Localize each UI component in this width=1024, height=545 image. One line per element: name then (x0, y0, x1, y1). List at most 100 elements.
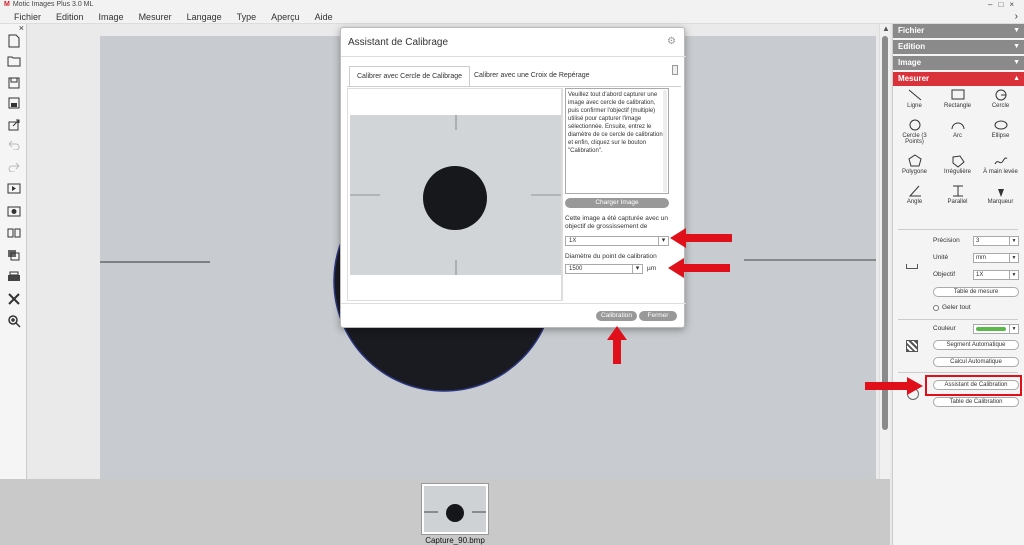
divider (347, 86, 681, 87)
dialog-scrollbar[interactable] (672, 65, 678, 75)
menu-edition[interactable]: Edition (56, 10, 84, 23)
tool-line[interactable]: Ligne (893, 88, 936, 118)
thumbnail-image[interactable] (421, 483, 489, 535)
chevron-down-icon: ▼ (1009, 325, 1018, 333)
arrow-right-icon (865, 377, 923, 395)
precision-select[interactable]: 3 ▼ (973, 236, 1019, 246)
unit-select[interactable]: mm ▼ (973, 253, 1019, 263)
auto-calc-button[interactable]: Calcul Automatique (933, 357, 1019, 367)
measure-tools: Ligne Rectangle Cercle Cercle (3 Points)… (893, 88, 1024, 214)
load-image-button[interactable]: Charger Image (565, 198, 669, 208)
arrow-left-icon (670, 228, 732, 248)
filmstrip: Capture_90.bmp (0, 479, 890, 545)
compare-icon[interactable] (4, 224, 24, 242)
open-folder-icon[interactable] (4, 52, 24, 70)
chevron-right-icon[interactable]: › (1015, 10, 1018, 24)
close-button[interactable]: Fermer (639, 311, 677, 321)
menu-fichier[interactable]: Fichier (14, 10, 41, 23)
diameter-unit: µm (647, 265, 657, 272)
auto-segment-button[interactable]: Segment Automatique (933, 340, 1019, 350)
tool-circle-3points[interactable]: Cercle (3 Points) (893, 118, 936, 154)
redo-icon[interactable] (4, 158, 24, 176)
settings-icon[interactable]: ⚙ (667, 36, 676, 47)
chevron-down-icon: ▼ (1009, 254, 1018, 262)
calibration-table-button[interactable]: Table de Calibration (933, 397, 1019, 407)
zoom-in-icon[interactable] (4, 312, 24, 330)
objective-select[interactable]: 1X ▼ (973, 270, 1019, 280)
tool-ellipse[interactable]: Ellipse (979, 118, 1022, 154)
freeze-radio[interactable] (933, 305, 939, 311)
preview-panel (347, 88, 562, 301)
color-select[interactable]: ▼ (973, 324, 1019, 334)
dialog-objective-select[interactable]: 1X ▾ (565, 236, 669, 246)
highlight-box (925, 375, 1022, 396)
precision-label: Précision (933, 237, 960, 244)
section-mesurer[interactable]: Mesurer ▲ (893, 72, 1024, 86)
tool-rectangle[interactable]: Rectangle (936, 88, 979, 118)
camera-capture-icon[interactable] (4, 202, 24, 220)
tool-freehand-label: À main levée (983, 169, 1018, 175)
objective-value: 1X (976, 272, 984, 278)
window-controls[interactable]: –□× (988, 0, 1020, 10)
menu-apercu[interactable]: Aperçu (271, 10, 300, 23)
divider (898, 229, 1018, 230)
tool-arc-label: Arc (953, 133, 962, 139)
menu-image[interactable]: Image (99, 10, 124, 23)
section-edition[interactable]: Edition ▼ (893, 40, 1024, 54)
polygon-icon (907, 154, 922, 167)
diameter-input[interactable]: 1500 ▾ (565, 264, 643, 274)
chevron-down-icon: ▼ (1013, 43, 1020, 50)
measure-table-button[interactable]: Table de mesure (933, 287, 1019, 297)
print-icon[interactable] (4, 268, 24, 286)
menu-langage[interactable]: Langage (187, 10, 222, 23)
export-icon[interactable] (4, 116, 24, 134)
tool-angle-label: Angle (906, 199, 923, 205)
vertical-scrollbar[interactable]: ▲ ▼ (879, 24, 890, 489)
calibration-button[interactable]: Calibration (596, 311, 637, 321)
scrollbar-thumb[interactable] (882, 36, 888, 430)
tool-marker[interactable]: Marqueur (979, 184, 1022, 214)
tools-icon[interactable] (4, 290, 24, 308)
menu-mesurer[interactable]: Mesurer (139, 10, 172, 23)
menu-type[interactable]: Type (237, 10, 257, 23)
tool-parallel[interactable]: Parallel (936, 184, 979, 214)
objective-text: Cette image a été capturée avec un objec… (565, 215, 668, 230)
section-image[interactable]: Image ▼ (893, 56, 1024, 70)
chevron-down-icon: ▼ (1009, 271, 1018, 279)
app-logo-icon: M (4, 1, 10, 8)
tool-polygon[interactable]: Polygone (893, 154, 936, 184)
instructions-text[interactable]: Veuillez tout d'abord capturer une image… (565, 88, 669, 194)
tab-crosshair[interactable]: Calibrer avec une Croix de Repérage (467, 66, 597, 86)
menu-aide[interactable]: Aide (315, 10, 333, 23)
line-icon (908, 89, 921, 101)
textarea-scrollbar[interactable] (663, 90, 667, 192)
thumbnail-label: Capture_90.bmp (425, 536, 485, 545)
tool-circle-3points-label: Cercle (3 Points) (902, 133, 927, 145)
right-panel: Fichier ▼ Edition ▼ Image ▼ Mesurer ▲ Ligne … (892, 24, 1024, 545)
tool-angle[interactable]: Angle (893, 184, 936, 214)
new-file-icon[interactable] (4, 32, 24, 50)
layers-icon[interactable] (4, 246, 24, 264)
chevron-down-icon: ▼ (1013, 27, 1020, 34)
tool-freehand[interactable]: À main levée (979, 154, 1022, 184)
arrow-left-icon (668, 258, 730, 278)
undo-icon[interactable] (4, 136, 24, 154)
rectangle-icon (951, 89, 964, 100)
diameter-value: 1500 (569, 266, 583, 272)
section-edition-label: Edition (898, 42, 926, 51)
tool-irregular-label: Irrégulière (943, 169, 971, 175)
divider (562, 88, 563, 301)
save-as-icon[interactable] (4, 94, 24, 112)
arrow-up-icon (607, 326, 627, 364)
tab-calibration-circle[interactable]: Calibrer avec Cercle de Calibrage (349, 66, 471, 86)
tool-circle[interactable]: Cercle (979, 88, 1022, 118)
tool-irregular[interactable]: Irrégulière (936, 154, 979, 184)
save-icon[interactable] (4, 74, 24, 92)
preview-image (350, 115, 561, 275)
tool-arc[interactable]: Arc (936, 118, 979, 154)
scroll-up-icon[interactable]: ▲ (882, 24, 890, 33)
menu-bar: Fichier Edition Image Mesurer Langage Ty… (0, 10, 1024, 24)
divider (341, 303, 686, 304)
section-fichier[interactable]: Fichier ▼ (893, 24, 1024, 38)
slideshow-icon[interactable] (4, 180, 24, 198)
